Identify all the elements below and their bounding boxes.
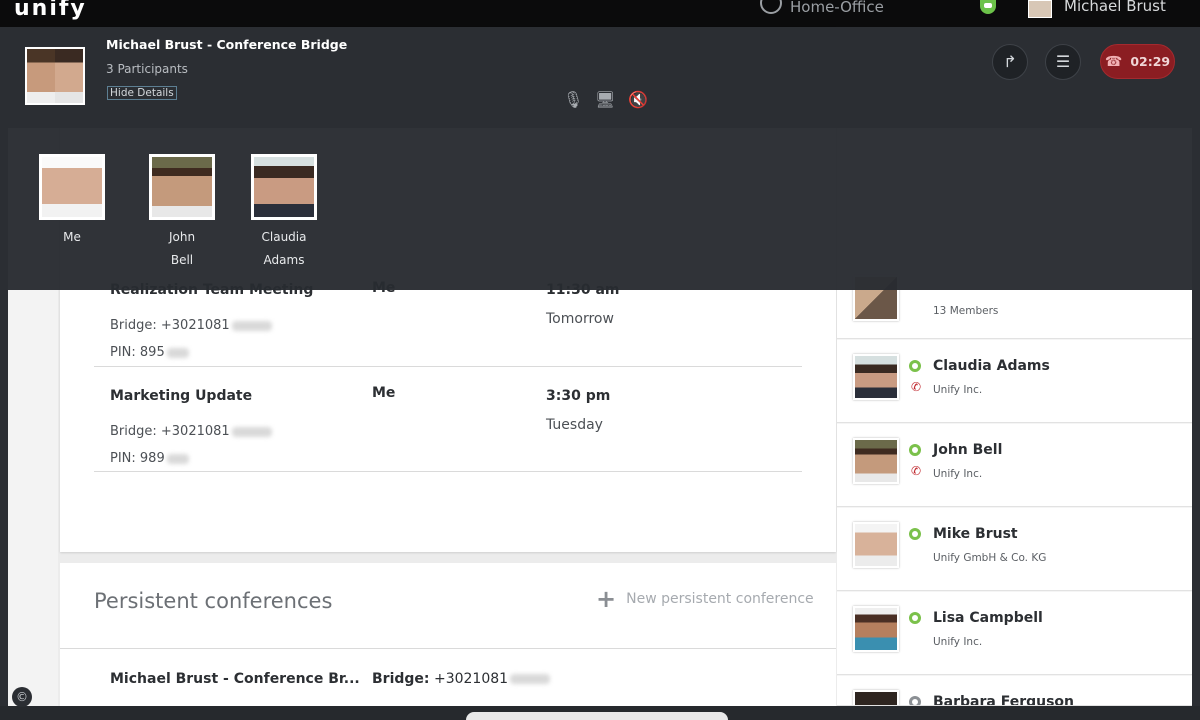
presence-status-icon[interactable] [980,0,996,14]
participant-photo [39,154,105,220]
contact-item[interactable]: ✆ John Bell Unify Inc. [837,424,1192,507]
active-call-panel: Michael Brust - Conference Bridge 3 Part… [8,27,1192,128]
divider [94,366,802,367]
contact-item[interactable]: ✆ Claudia Adams Unify Inc. [837,340,1192,423]
divider [60,648,836,649]
persistent-conference-bridge: Bridge: +3021081 [372,671,551,687]
participant-name: John Bell [168,230,196,267]
on-phone-icon: ✆ [911,464,922,478]
meeting-pin: PIN: 895 [110,345,189,360]
contact-item[interactable]: Lisa Campbell Unify Inc. [837,592,1192,675]
contact-name: John Bell [933,442,1003,458]
meeting-bridge: Bridge: +3021081 [110,318,272,333]
call-participants-thumbnail [25,47,85,105]
microphone-icon[interactable]: 🎙 [563,90,583,109]
hang-up-icon: ☎ [1104,53,1123,70]
contact-name: Mike Brust [933,526,1018,542]
offline-status-icon [909,696,921,705]
participant-tile[interactable]: Me [39,154,105,249]
contact-avatar [853,438,899,484]
meeting-organizer: Me [372,385,396,401]
participant-name: Me [63,230,81,244]
available-status-icon [909,444,921,456]
persistent-conference-name[interactable]: Michael Brust - Conference Br... [110,671,360,687]
menu-icon: ☰ [1055,52,1071,71]
contact-avatar [853,690,899,705]
participant-tile[interactable]: John Bell [149,154,215,272]
meeting-day: Tomorrow [546,311,614,327]
on-phone-icon: ✆ [911,380,922,394]
user-name[interactable]: Michael Brust [1064,0,1166,15]
group-members-count: 13 Members [933,305,999,317]
location-label: Home-Office [790,0,884,16]
meeting-pin: PIN: 989 [110,451,189,466]
plus-icon: + [596,585,617,613]
contact-org: Unify Inc. [933,636,983,648]
location-selector[interactable]: Home-Office [760,0,884,16]
available-status-icon [909,360,921,372]
meeting-title: Marketing Update [110,388,253,404]
call-title: Michael Brust - Conference Bridge [106,37,348,52]
available-status-icon [909,528,921,540]
screen-share-icon[interactable]: 🖥 [595,90,615,109]
contact-org: Unify Inc. [933,468,983,480]
bottom-toolbar-pill[interactable] [466,712,728,720]
participants-panel: Me John Bell Claudia Adams [8,128,1192,290]
persistent-conferences-card [60,563,836,720]
contact-name: Lisa Campbell [933,610,1043,626]
meeting-day: Tuesday [546,417,603,433]
call-timer: 02:29 [1130,54,1171,69]
participant-photo [251,154,317,220]
call-participant-count: 3 Participants [106,62,188,76]
call-menu-button[interactable]: ☰ [1045,44,1081,80]
transfer-call-button[interactable]: ↱ [992,44,1028,80]
divider [94,471,802,472]
unify-logo: unify [14,0,87,21]
contact-org: Unify Inc. [933,384,983,396]
transfer-icon: ↱ [1003,52,1017,71]
copyright-icon: © [12,687,32,707]
contact-avatar [853,606,899,652]
mute-speaker-icon[interactable]: 🔇 [628,90,648,109]
window-frame-right [1192,27,1200,720]
user-avatar[interactable] [1028,0,1052,18]
contact-avatar [853,522,899,568]
new-persistent-conference-label: New persistent conference [626,591,814,607]
contact-org: Unify GmbH & Co. KG [933,552,1047,564]
contact-avatar [853,354,899,400]
participant-photo [149,154,215,220]
available-status-icon [909,612,921,624]
window-frame-left [0,27,8,720]
persistent-conferences-heading: Persistent conferences [94,589,333,613]
meeting-bridge: Bridge: +3021081 [110,424,272,439]
top-bar: unify Home-Office Michael Brust [0,0,1200,27]
new-persistent-conference-button[interactable]: + New persistent conference [596,585,814,613]
contact-name: Claudia Adams [933,358,1050,374]
contact-item[interactable]: Barbara Ferguson [837,676,1192,706]
end-call-button[interactable]: ☎ 02:29 [1100,44,1175,79]
participant-tile[interactable]: Claudia Adams [251,154,317,272]
participant-name: Claudia Adams [261,230,307,267]
contact-name: Barbara Ferguson [933,694,1075,706]
contact-item[interactable]: Mike Brust Unify GmbH & Co. KG [837,508,1192,591]
meeting-time: 3:30 pm [546,388,611,404]
location-icon [760,0,782,14]
hide-details-link[interactable]: Hide Details [107,86,177,100]
